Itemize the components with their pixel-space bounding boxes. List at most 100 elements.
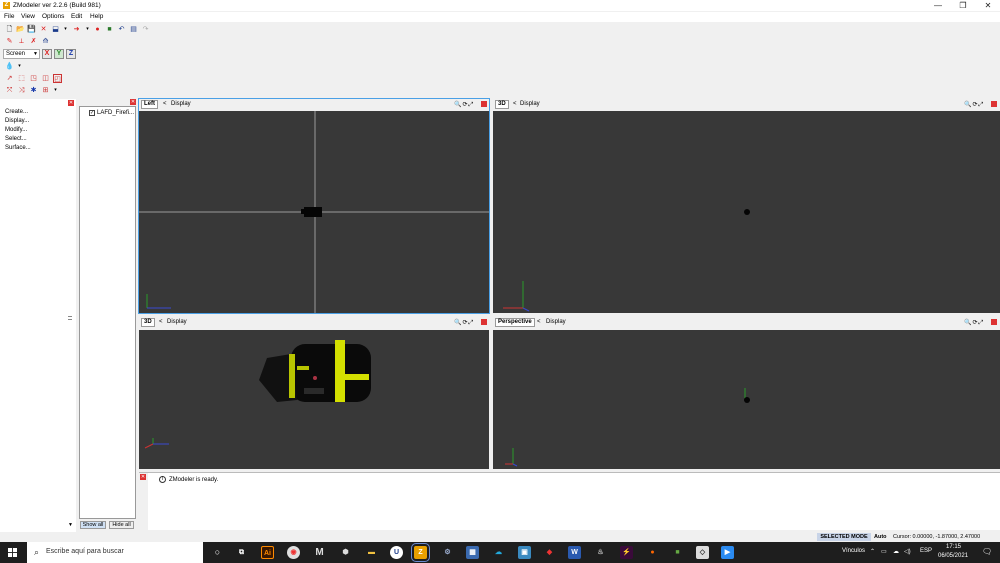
create-cube-icon[interactable]: ◳ — [29, 74, 38, 83]
clock-time[interactable]: 17:15 — [946, 544, 961, 550]
create-line-icon[interactable]: ↗ — [5, 74, 14, 83]
chrome-icon[interactable]: ◉ — [287, 546, 300, 559]
viewport-3d-top-title[interactable]: 3D — [495, 100, 509, 109]
axis-z-button[interactable]: Z — [66, 49, 76, 59]
network-icon[interactable]: ▭ — [881, 548, 887, 555]
roblox-icon[interactable]: ◇ — [696, 546, 709, 559]
hide-all-button[interactable]: Hide all — [109, 521, 134, 529]
command-create[interactable]: Create... — [5, 109, 28, 115]
open-file-icon[interactable]: 📂 — [16, 25, 25, 34]
axis-x-button[interactable]: X — [42, 49, 52, 59]
maximize-button[interactable]: ❐ — [951, 0, 975, 11]
game-launcher-icon[interactable]: ⚡ — [620, 546, 633, 559]
3d-viewer-icon[interactable]: ⬢ — [339, 546, 352, 559]
viewport-prev-icon[interactable]: < — [163, 101, 167, 107]
menu-help[interactable]: Help — [90, 13, 103, 20]
viewport-maximize-icon[interactable] — [481, 101, 487, 107]
select-vertex-icon[interactable]: ⟂ — [17, 37, 26, 46]
close-tree-panel-icon[interactable]: ✕ — [130, 99, 136, 105]
close-log-panel-icon[interactable]: ✕ — [140, 474, 146, 480]
viewport-display-menu[interactable]: Display — [167, 319, 187, 325]
clock-date[interactable]: 06/05/2021 — [938, 553, 968, 559]
create-sphere-icon[interactable]: ◰ — [53, 74, 62, 83]
viewport-display-menu[interactable]: Display — [171, 101, 191, 107]
save-file-icon[interactable]: 💾 — [27, 25, 36, 34]
create-cylinder-icon[interactable]: ◫ — [41, 74, 50, 83]
modify-dropdown-icon[interactable]: ▾ — [51, 86, 60, 95]
minecraft-icon[interactable]: ■ — [671, 546, 684, 559]
export-dropdown-icon[interactable]: ▾ — [83, 25, 92, 34]
viewport-zoom-tools-icon[interactable]: 🔍⟳⤢ — [964, 101, 984, 109]
delete-icon[interactable]: ✕ — [39, 25, 48, 34]
export-icon[interactable]: ➜ — [72, 25, 81, 34]
file-explorer-icon[interactable]: ▬ — [365, 546, 378, 559]
redo-icon[interactable]: ↷ — [141, 25, 150, 34]
selection-mode-indicator[interactable]: SELECTED MODE — [817, 533, 871, 541]
viewport-zoom-tools-icon[interactable]: 🔍⟳⤢ — [964, 319, 984, 327]
new-file-icon[interactable]: 🗋 — [5, 25, 14, 34]
taskbar-search-box[interactable]: ⌕ Escribe aquí para buscar — [27, 542, 203, 563]
axis-y-button[interactable]: Y — [54, 49, 64, 59]
windows-start-icon[interactable] — [8, 548, 17, 557]
move-icon[interactable]: ⤧ — [5, 86, 14, 95]
undo-icon[interactable]: ↶ — [117, 25, 126, 34]
render-icon[interactable]: ● — [93, 25, 102, 34]
command-select[interactable]: Select... — [5, 136, 27, 142]
store-app-icon[interactable]: ▣ — [518, 546, 531, 559]
illustrator-icon[interactable]: Ai — [261, 546, 274, 559]
snap-mode-indicator[interactable]: Auto — [874, 534, 887, 540]
cloud-app-icon[interactable]: ☁ — [492, 546, 505, 559]
material-icon[interactable]: ■ — [105, 25, 114, 34]
viewport-3d-bottom-title[interactable]: 3D — [141, 318, 155, 327]
viewport-display-menu[interactable]: Display — [520, 101, 540, 107]
volume-icon[interactable]: ◁) — [904, 548, 911, 555]
task-view-icon[interactable]: ⧉ — [235, 546, 248, 559]
coordinate-system-select[interactable]: Screen ▼ — [3, 49, 40, 59]
viewport-3d-top[interactable] — [493, 111, 1000, 313]
viewport-perspective-title[interactable]: Perspective — [495, 318, 535, 327]
mirror-icon[interactable]: ⊞ — [41, 86, 50, 95]
menu-view[interactable]: View — [21, 13, 35, 20]
origin-icon[interactable]: ● — [646, 546, 659, 559]
menu-options[interactable]: Options — [42, 13, 64, 20]
notifications-icon[interactable]: 🗨 — [982, 547, 992, 556]
viewport-perspective[interactable] — [493, 330, 1000, 469]
language-indicator[interactable]: ESP — [920, 548, 932, 554]
rotate-icon[interactable]: ⤨ — [17, 86, 26, 95]
tray-links-label[interactable]: Vínculos — [842, 548, 865, 554]
menu-edit[interactable]: Edit — [71, 13, 82, 20]
show-all-button[interactable]: Show all — [80, 521, 106, 529]
command-modify[interactable]: Modify... — [5, 127, 27, 133]
maya-icon[interactable]: M — [313, 546, 326, 559]
viewport-zoom-tools-icon[interactable]: 🔍⟳⤢ — [454, 101, 474, 109]
object-tree-item[interactable]: LAFD_Firefi... — [97, 110, 134, 116]
viewport-prev-icon[interactable]: < — [159, 319, 163, 325]
viewport-maximize-icon[interactable] — [991, 101, 997, 107]
create-box-icon[interactable]: ⬚ — [17, 74, 26, 83]
viewport-maximize-icon[interactable] — [481, 319, 487, 325]
close-command-panel-icon[interactable]: ✕ — [68, 100, 74, 106]
droplet-icon[interactable]: 💧 — [5, 62, 14, 71]
droplet-dropdown-icon[interactable]: ▾ — [15, 62, 24, 71]
image-viewer-icon[interactable]: ▦ — [466, 546, 479, 559]
viewport-display-menu[interactable]: Display — [546, 319, 566, 325]
command-surface[interactable]: Surface... — [5, 145, 31, 151]
cloud-sync-icon[interactable]: ☁ — [893, 548, 899, 555]
zmodeler-taskbar-icon[interactable]: Z — [411, 543, 430, 562]
merge-icon[interactable]: ⬓ — [51, 25, 60, 34]
merge-dropdown-icon[interactable]: ▾ — [61, 25, 70, 34]
zoom-icon[interactable]: ▶ — [721, 546, 734, 559]
word-icon[interactable]: W — [568, 546, 581, 559]
tray-overflow-icon[interactable]: ⌃ — [870, 548, 875, 555]
object-visibility-checkbox[interactable]: ✓ — [89, 110, 95, 116]
select-icon[interactable]: ✎ — [5, 37, 14, 46]
menu-file[interactable]: File — [4, 13, 14, 20]
close-window-button[interactable]: ✕ — [976, 0, 1000, 11]
panel-splitter-handle[interactable] — [68, 316, 72, 320]
scale-icon[interactable]: ✱ — [29, 86, 38, 95]
viewport-left[interactable] — [139, 111, 489, 313]
settings-app-icon[interactable]: ⚙ — [441, 546, 454, 559]
command-display[interactable]: Display... — [5, 118, 29, 124]
rockstar-launcher-icon[interactable]: ◆ — [543, 546, 556, 559]
uplay-icon[interactable]: U — [390, 546, 403, 559]
